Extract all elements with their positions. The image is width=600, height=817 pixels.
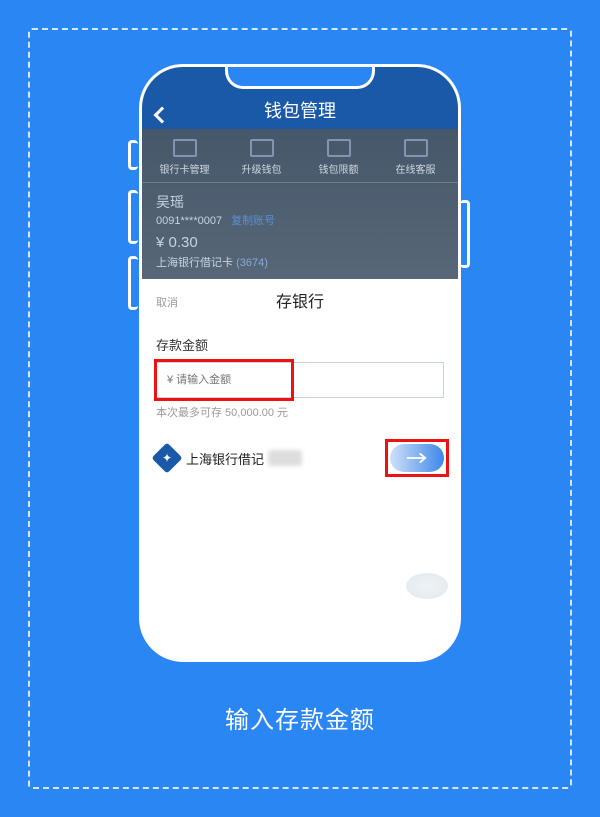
user-name: 吴瑶 <box>156 191 444 213</box>
menu-item-limit[interactable]: 钱包限额 <box>300 139 377 176</box>
menu-item-support[interactable]: 在线客服 <box>377 139 454 176</box>
user-balance: ¥ 0.30 <box>156 231 444 255</box>
amount-label: 存款金额 <box>156 335 444 354</box>
limit-icon <box>327 139 351 157</box>
menu-label: 银行卡管理 <box>146 161 223 176</box>
deposit-sheet: 取消 存银行 存款金额 本次最多可存 50,000.00 元 ✦ 上海银行借记 <box>142 279 458 659</box>
bank-row: ✦ 上海银行借记 <box>156 444 444 472</box>
sheet-header: 取消 存银行 <box>142 279 458 327</box>
user-card-number: (3674) <box>236 257 268 269</box>
amount-hint: 本次最多可存 50,000.00 元 <box>156 404 444 420</box>
menu-item-upgrade[interactable]: 升级钱包 <box>223 139 300 176</box>
wallet-menu-row: 银行卡管理 升级钱包 钱包限额 在线客服 <box>142 129 458 183</box>
phone-side-button <box>128 140 138 170</box>
upgrade-icon <box>250 139 274 157</box>
user-card: 上海银行借记卡 <box>156 257 233 269</box>
card-icon <box>173 139 197 157</box>
copy-account-link[interactable]: 复制账号 <box>231 215 275 227</box>
user-account: 0091****0007 <box>156 215 222 227</box>
bank-number-obscured <box>268 450 302 466</box>
submit-arrow-button[interactable] <box>390 444 444 472</box>
bank-name[interactable]: 上海银行借记 <box>186 449 264 468</box>
menu-label: 钱包限额 <box>300 161 377 176</box>
page-title: 钱包管理 <box>142 97 458 127</box>
arrow-right-icon <box>406 452 428 464</box>
user-block: 吴瑶 0091****0007 复制账号 ¥ 0.30 上海银行借记卡 (367… <box>142 183 458 277</box>
sheet-title: 存银行 <box>276 294 324 311</box>
menu-label: 在线客服 <box>377 161 454 176</box>
amount-input[interactable] <box>156 362 444 398</box>
phone-side-button <box>128 256 138 310</box>
phone-frame: 钱包管理 银行卡管理 升级钱包 钱包限额 在线客服 <box>139 64 461 662</box>
bank-icon: ✦ <box>151 442 182 473</box>
cancel-button[interactable]: 取消 <box>156 279 178 327</box>
phone-notch <box>225 67 375 89</box>
menu-label: 升级钱包 <box>223 161 300 176</box>
phone-side-button <box>460 200 470 268</box>
chat-icon <box>404 139 428 157</box>
screen: 钱包管理 银行卡管理 升级钱包 钱包限额 在线客服 <box>142 67 458 659</box>
menu-item-cards[interactable]: 银行卡管理 <box>146 139 223 176</box>
dimmed-background: 银行卡管理 升级钱包 钱包限额 在线客服 吴瑶 0091****0 <box>142 129 458 279</box>
phone-side-button <box>128 190 138 244</box>
instruction-caption: 输入存款金额 <box>0 700 600 735</box>
watermark-icon <box>406 573 448 599</box>
